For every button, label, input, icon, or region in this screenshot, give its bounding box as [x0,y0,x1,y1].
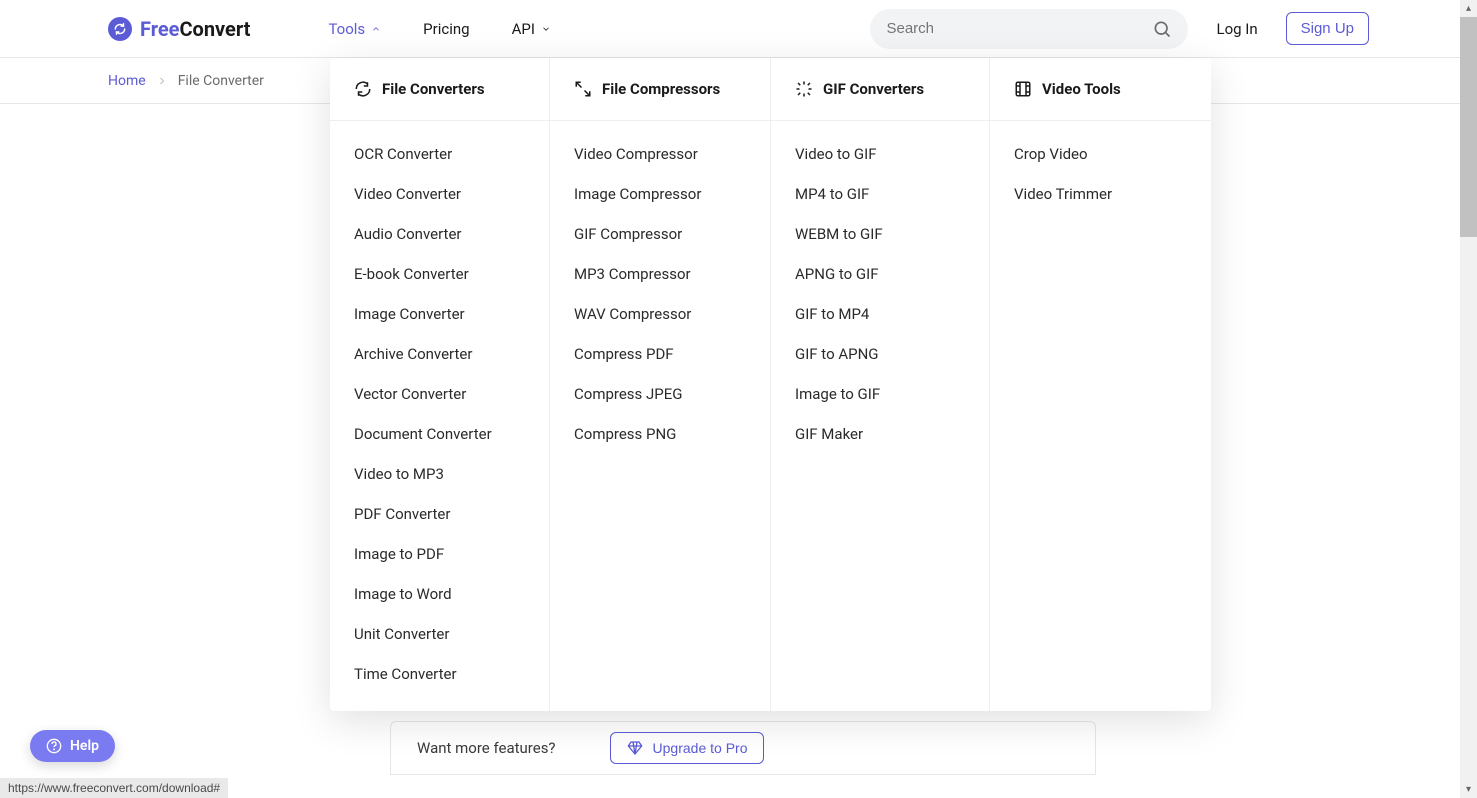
scroll-down-arrow[interactable]: ▾ [1460,781,1477,798]
mega-item[interactable]: Image to GIF [795,385,965,403]
login-link[interactable]: Log In [1216,20,1257,38]
chevron-down-icon [541,24,551,34]
mega-item[interactable]: Image to PDF [354,545,525,563]
nav-api-label: API [512,20,535,38]
mega-item[interactable]: OCR Converter [354,145,525,163]
mega-item[interactable]: Document Converter [354,425,525,443]
mega-item[interactable]: GIF Compressor [574,225,746,243]
search-input[interactable] [886,20,1152,37]
logo-icon [108,17,132,41]
diamond-icon [627,740,643,756]
nav-pricing[interactable]: Pricing [423,20,469,38]
mega-item[interactable]: Time Converter [354,665,525,683]
mega-item[interactable]: Audio Converter [354,225,525,243]
mega-col4-list: Crop Video Video Trimmer [1014,141,1187,203]
mega-item[interactable]: Image Compressor [574,185,746,203]
breadcrumb-current: File Converter [178,73,264,89]
mega-item[interactable]: E-book Converter [354,265,525,283]
mega-item[interactable]: Video Trimmer [1014,185,1187,203]
logo-text: FreeConvert [140,17,250,41]
mega-item[interactable]: Video Converter [354,185,525,203]
top-nav: FreeConvert Tools Pricing API Log In Sig… [0,0,1477,58]
mega-item[interactable]: Image Converter [354,305,525,323]
refresh-icon [354,80,372,98]
compress-icon [574,80,592,98]
mega-col1-header: File Converters [354,80,525,112]
nav-links: Tools Pricing API [328,20,550,38]
tools-mega-menu: File Converters File Compressors GIF Con… [330,58,1211,711]
nav-tools[interactable]: Tools [328,20,381,38]
mega-item[interactable]: Video to GIF [795,145,965,163]
mega-col3-header: GIF Converters [795,80,965,112]
help-button[interactable]: Help [30,730,115,762]
chevron-right-icon [156,75,168,87]
upgrade-bar: Want more features? Upgrade to Pro [390,721,1096,775]
search-box[interactable] [870,9,1188,49]
mega-item[interactable]: Vector Converter [354,385,525,403]
mega-item[interactable]: Crop Video [1014,145,1187,163]
mega-item[interactable]: MP3 Compressor [574,265,746,283]
scroll-thumb[interactable] [1460,17,1477,237]
mega-item[interactable]: Archive Converter [354,345,525,363]
upgrade-question: Want more features? [417,739,556,757]
mega-item[interactable]: Compress PDF [574,345,746,363]
logo[interactable]: FreeConvert [108,17,250,41]
mega-col4-header: Video Tools [1014,80,1187,112]
chevron-up-icon [371,24,381,34]
mega-col2-title: File Compressors [602,80,720,98]
nav-pricing-label: Pricing [423,20,469,38]
mega-col2-header: File Compressors [574,80,746,112]
sparkle-icon [795,80,813,98]
mega-item[interactable]: Compress PNG [574,425,746,443]
mega-col1-title: File Converters [382,80,485,98]
browser-scrollbar[interactable]: ▴ ▾ [1460,0,1477,798]
help-icon [46,738,62,754]
upgrade-button-label: Upgrade to Pro [653,740,748,756]
mega-item[interactable]: WEBM to GIF [795,225,965,243]
mega-item[interactable]: APNG to GIF [795,265,965,283]
mega-item[interactable]: MP4 to GIF [795,185,965,203]
mega-item[interactable]: WAV Compressor [574,305,746,323]
breadcrumb-home[interactable]: Home [108,73,146,89]
mega-col3-list: Video to GIF MP4 to GIF WEBM to GIF APNG to… [795,141,965,443]
mega-col1-list: OCR Converter Video Converter Audio Conver… [354,141,525,683]
status-bar-url: https://www.freeconvert.com/download# [0,778,228,798]
upgrade-button[interactable]: Upgrade to Pro [610,732,765,764]
nav-api[interactable]: API [512,20,551,38]
mega-col3-title: GIF Converters [823,80,924,98]
help-label: Help [70,738,99,754]
mega-item[interactable]: Unit Converter [354,625,525,643]
mega-item[interactable]: Image to Word [354,585,525,603]
mega-item[interactable]: Video to MP3 [354,465,525,483]
scroll-up-arrow[interactable]: ▴ [1460,0,1477,17]
nav-right: Log In Sign Up [870,9,1369,49]
mega-item[interactable]: GIF to APNG [795,345,965,363]
signup-button[interactable]: Sign Up [1286,12,1369,45]
mega-item[interactable]: PDF Converter [354,505,525,523]
search-icon[interactable] [1152,19,1172,39]
mega-item[interactable]: GIF Maker [795,425,965,443]
mega-col4-title: Video Tools [1042,80,1121,98]
nav-tools-label: Tools [328,20,365,38]
film-icon [1014,80,1032,98]
mega-item[interactable]: Compress JPEG [574,385,746,403]
mega-item[interactable]: Video Compressor [574,145,746,163]
mega-col2-list: Video Compressor Image Compressor GIF Comp… [574,141,746,443]
mega-item[interactable]: GIF to MP4 [795,305,965,323]
